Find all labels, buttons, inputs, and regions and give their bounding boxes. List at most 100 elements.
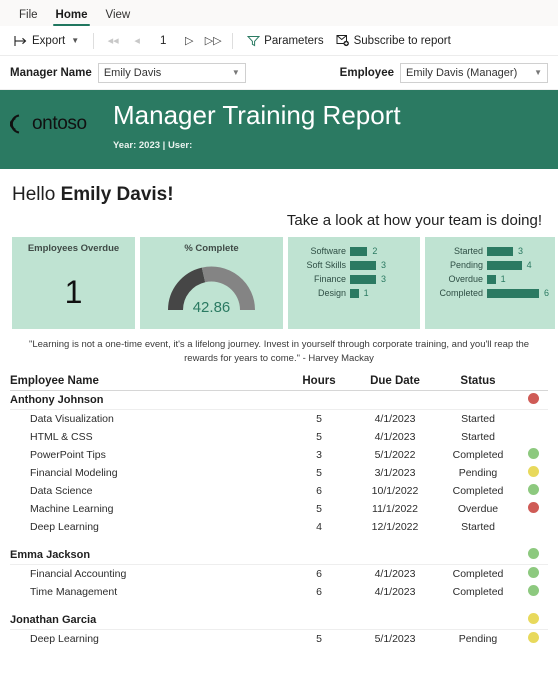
course-status-indicator xyxy=(518,465,548,480)
report-subtitle: Year: 2023 | User: xyxy=(113,140,193,151)
percent-complete-gauge: 42.86 xyxy=(140,254,283,320)
course-name: HTML & CSS xyxy=(30,430,93,443)
course-due-date: 11/1/2022 xyxy=(372,502,418,515)
table-row[interactable]: Financial Modeling 5 3/1/2023 Pending xyxy=(10,464,548,482)
ribbon-tab-home[interactable]: Home xyxy=(47,9,97,27)
last-page-icon[interactable]: ▷▷ xyxy=(202,34,224,47)
category-bar-chart: Software 2 Soft Skills 3 Finance 3 Design 1 xyxy=(288,237,420,300)
course-status: Completed xyxy=(452,484,504,497)
toolbar-divider-2 xyxy=(232,32,234,49)
bar-label: Pending xyxy=(449,260,483,270)
card-title: Employees Overdue xyxy=(27,243,120,254)
column-due-date: Due Date xyxy=(370,374,420,387)
table-row[interactable]: Deep Learning 4 12/1/2022 Started xyxy=(10,518,548,536)
course-status-indicator xyxy=(518,447,548,462)
table-body: Anthony Johnson Data Visualization 5 4/1/20… xyxy=(10,391,548,648)
export-label: Export xyxy=(32,34,66,47)
ribbon-tab-file[interactable]: File xyxy=(10,9,47,27)
bar-label: Started xyxy=(453,246,483,256)
bar-row: Finance 3 xyxy=(294,272,414,286)
bar-label: Finance xyxy=(313,274,346,284)
table-row[interactable]: Financial Accounting 6 4/1/2023 Completed xyxy=(10,565,548,583)
chevron-down-icon[interactable]: ▼ xyxy=(71,36,79,45)
bar-fill xyxy=(350,288,359,298)
table-row[interactable]: Machine Learning 5 11/1/2022 Overdue xyxy=(10,500,548,518)
bar-label: Overdue xyxy=(448,274,483,284)
manager-name-value: Emily Davis xyxy=(103,66,162,79)
bar-row: Software 2 xyxy=(294,244,414,258)
table-row[interactable]: Time Management 6 4/1/2023 Completed xyxy=(10,583,548,601)
bar-fill xyxy=(487,246,513,256)
status-dot xyxy=(527,447,539,459)
course-name: Machine Learning xyxy=(30,502,114,515)
course-status: Overdue xyxy=(457,502,499,515)
course-status-indicator xyxy=(518,483,548,498)
course-name: Deep Learning xyxy=(30,632,99,645)
bar-value: 3 xyxy=(381,274,387,284)
table-row[interactable]: Data Visualization 5 4/1/2023 Started xyxy=(10,410,548,428)
course-name: Time Management xyxy=(30,585,118,598)
training-table: Employee Name Hours Due Date Status Anth… xyxy=(10,375,548,648)
course-status: Started xyxy=(461,412,495,425)
bar-fill xyxy=(487,260,522,270)
next-page-icon[interactable]: ▷ xyxy=(178,34,200,47)
employee-status-indicator xyxy=(518,612,548,627)
greeting-subtitle: Take a look at how your team is doing! xyxy=(286,212,542,229)
course-due-date: 4/1/2023 xyxy=(374,430,416,443)
subscribe-button[interactable]: Subscribe to report xyxy=(330,31,457,50)
ribbon-tab-view[interactable]: View xyxy=(96,9,139,27)
greeting-name: Emily Davis! xyxy=(60,184,174,205)
card-title: % Complete xyxy=(184,243,239,254)
kpi-card-row: Employees Overdue 1 % Complete 42.86 Sof… xyxy=(0,237,558,329)
employee-name: Jonathan Garcia xyxy=(10,613,97,626)
course-name: Financial Modeling xyxy=(30,466,118,479)
column-hours: Hours xyxy=(302,374,336,387)
table-row[interactable]: HTML & CSS 5 4/1/2023 Started xyxy=(10,428,548,446)
employee-group-row[interactable]: Anthony Johnson xyxy=(10,391,548,410)
greeting-prefix: Hello xyxy=(12,184,61,205)
card-training-categories: Software 2 Soft Skills 3 Finance 3 Design 1 xyxy=(288,237,420,329)
course-due-date: 12/1/2022 xyxy=(371,520,419,533)
bar-row: Pending 4 xyxy=(431,258,549,272)
page-number-input[interactable]: 1 xyxy=(150,35,176,47)
employee-group-row[interactable]: Jonathan Garcia xyxy=(10,611,548,630)
course-status-indicator xyxy=(518,566,548,581)
course-status: Started xyxy=(461,520,495,533)
course-status: Pending xyxy=(458,632,498,645)
bar-label: Completed xyxy=(439,288,483,298)
manager-name-select[interactable]: Emily Davis ▼ xyxy=(97,62,246,83)
bar-row: Soft Skills 3 xyxy=(294,258,414,272)
previous-page-icon[interactable]: ◂ xyxy=(126,34,148,47)
bar-label: Design xyxy=(317,288,346,298)
bar-row: Completed 6 xyxy=(431,286,549,300)
page-navigation: ◂◂ ◂ 1 ▷ ▷▷ xyxy=(102,34,224,48)
report-title: Manager Training Report xyxy=(113,100,401,130)
manager-name-label: Manager Name xyxy=(10,66,92,79)
course-hours: 5 xyxy=(316,502,322,515)
first-page-icon[interactable]: ◂◂ xyxy=(102,34,124,47)
table-row[interactable]: Deep Learning 5 5/1/2023 Pending xyxy=(10,630,548,648)
chevron-down-icon: ▼ xyxy=(231,68,240,77)
employee-group-row[interactable]: Emma Jackson xyxy=(10,546,548,565)
course-status: Completed xyxy=(452,567,504,580)
export-button[interactable]: Export ▼ xyxy=(8,32,85,50)
bar-value: 3 xyxy=(381,260,387,270)
course-due-date: 5/1/2023 xyxy=(374,632,416,645)
course-status: Completed xyxy=(452,448,504,461)
status-dot xyxy=(527,392,539,404)
employee-status-indicator xyxy=(518,547,548,562)
course-name: Financial Accounting xyxy=(30,567,127,580)
employee-select[interactable]: Emily Davis (Manager) ▼ xyxy=(400,62,548,83)
card-training-statuses: Started 3 Pending 4 Overdue 1 Completed 6 xyxy=(425,237,555,329)
course-hours: 4 xyxy=(316,520,322,533)
parameters-button[interactable]: Parameters xyxy=(241,32,329,50)
export-icon xyxy=(14,35,28,47)
subscribe-icon xyxy=(336,34,350,47)
table-row[interactable]: PowerPoint Tips 3 5/1/2022 Completed xyxy=(10,446,548,464)
bar-row: Design 1 xyxy=(294,286,414,300)
course-status: Pending xyxy=(458,466,498,479)
course-due-date: 5/1/2022 xyxy=(374,448,416,461)
table-row[interactable]: Data Science 6 10/1/2022 Completed xyxy=(10,482,548,500)
